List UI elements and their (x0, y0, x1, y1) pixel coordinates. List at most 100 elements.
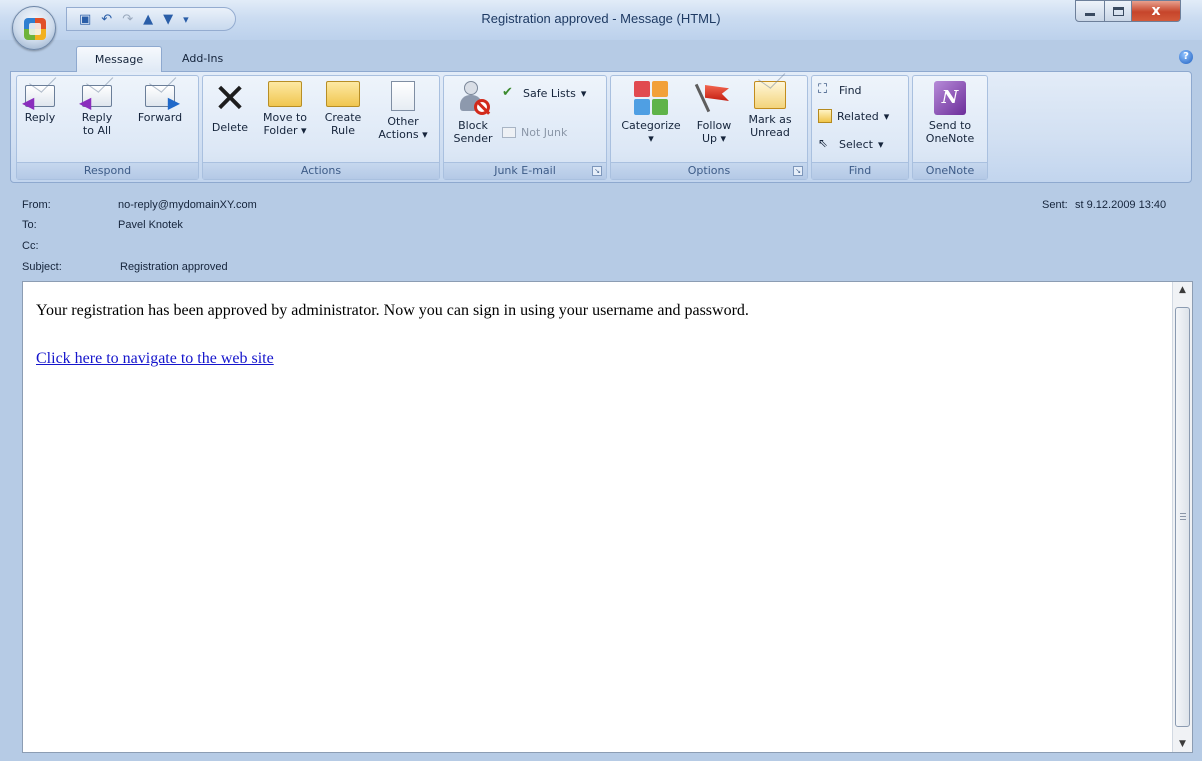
office-button[interactable] (12, 6, 56, 50)
send-to-onenote-label-line1: Send to (928, 119, 972, 132)
group-label-find: Find (812, 162, 908, 179)
options-launcher-icon[interactable]: ↘ (793, 166, 803, 176)
window-title: Registration approved - Message (HTML) (481, 11, 721, 26)
tab-message[interactable]: Message (76, 46, 162, 72)
select-dropdown-icon: ▾ (877, 137, 884, 151)
to-value[interactable]: Pavel Knotek (118, 219, 183, 231)
subject-value: Registration approved (120, 261, 228, 273)
move-label-line1: Move to (262, 111, 308, 124)
other-actions-button[interactable]: Other Actions ▾ (371, 81, 435, 141)
group-find: ⛶ Find Related ▾ ⇖ Select ▾ Find (811, 75, 909, 180)
junk-email-launcher-icon[interactable]: ↘ (592, 166, 602, 176)
select-button[interactable]: ⇖ Select ▾ (818, 136, 883, 152)
block-sender-icon (458, 81, 490, 115)
safe-lists-button[interactable]: ✔ Safe Lists ▾ (502, 85, 586, 101)
group-respond: ◀ Reply ◀ Reply to All ▶ Forward Respond (16, 75, 199, 180)
move-to-folder-icon (268, 81, 302, 107)
categorize-icon (634, 81, 668, 115)
mark-as-unread-button[interactable]: Mark as Unread (741, 81, 799, 139)
scroll-down-icon[interactable]: ▼ (1173, 736, 1192, 752)
select-label: Select (839, 137, 873, 151)
follow-up-button[interactable]: Follow Up ▾ (689, 81, 739, 145)
delete-icon: ✕ (213, 76, 247, 122)
maximize-button[interactable] (1104, 0, 1132, 22)
other-actions-icon (391, 81, 415, 111)
message-body[interactable]: Your registration has been approved by a… (22, 281, 1193, 753)
group-label-options: Options (611, 162, 807, 179)
close-button[interactable]: x (1131, 0, 1181, 22)
send-to-onenote-button[interactable]: N Send to OneNote (917, 81, 983, 145)
scrollbar-thumb[interactable] (1175, 307, 1190, 727)
move-to-folder-button[interactable]: Move to Folder ▾ (255, 81, 315, 137)
other-actions-label-line1: Other (387, 115, 419, 128)
minimize-button[interactable] (1075, 0, 1105, 22)
group-label-respond: Respond (17, 162, 198, 179)
delete-label: Delete (211, 121, 249, 134)
safe-lists-label: Safe Lists (523, 86, 576, 100)
not-junk-button[interactable]: Not Junk (502, 126, 567, 139)
reply-label: Reply (24, 111, 56, 124)
block-sender-label-line2: Sender (453, 132, 493, 145)
mark-as-unread-icon (754, 81, 786, 109)
block-sender-label-line1: Block (458, 119, 488, 132)
block-sender-button[interactable]: Block Sender (449, 81, 497, 145)
related-icon (818, 109, 832, 123)
group-onenote: N Send to OneNote OneNote (912, 75, 988, 180)
safe-lists-icon: ✔ (502, 85, 513, 100)
reply-button[interactable]: ◀ Reply (21, 85, 59, 124)
sent-value: st 9.12.2009 13:40 (1075, 199, 1167, 211)
related-label: Related (837, 109, 879, 123)
related-dropdown-icon: ▾ (883, 109, 890, 123)
move-label-line2: Folder ▾ (263, 124, 307, 137)
create-rule-icon (326, 81, 360, 107)
reply-icon: ◀ (22, 85, 55, 111)
group-options: Categorize ▾ Follow Up ▾ Mark as Unread … (610, 75, 808, 180)
forward-icon: ▶ (145, 85, 180, 111)
grip-icon (1180, 513, 1186, 520)
not-junk-label: Not Junk (521, 126, 568, 139)
vertical-scrollbar[interactable]: ▲ ▼ (1172, 282, 1192, 752)
sent-label: Sent: (1042, 199, 1068, 211)
to-label: To: (22, 219, 37, 231)
not-junk-icon (502, 127, 516, 138)
find-label: Find (839, 83, 862, 97)
help-icon[interactable]: ? (1179, 50, 1193, 64)
group-actions: ✕ Delete Move to Folder ▾ Create Rule Ot… (202, 75, 440, 180)
categorize-button[interactable]: Categorize ▾ (617, 81, 685, 145)
mark-as-unread-label-line2: Unread (750, 126, 790, 139)
reply-all-button[interactable]: ◀ Reply to All (72, 85, 122, 137)
create-rule-label-line1: Create (324, 111, 362, 124)
dropdown-icon: ▾ (580, 86, 587, 100)
create-rule-button[interactable]: Create Rule (318, 81, 368, 137)
from-value[interactable]: no-reply@mydomainXY.com (118, 199, 257, 211)
group-label-actions: Actions (203, 162, 439, 179)
group-label-junk-email: Junk E-mail (444, 162, 606, 179)
find-button[interactable]: ⛶ Find (818, 82, 862, 98)
reply-all-icon: ◀ (79, 85, 112, 111)
tab-add-ins[interactable]: Add-Ins (168, 46, 237, 72)
group-junk-email: Block Sender ✔ Safe Lists ▾ Not Junk Jun… (443, 75, 607, 180)
from-label: From: (22, 199, 51, 211)
close-icon: x (1151, 3, 1161, 19)
forward-label: Forward (137, 111, 183, 124)
forward-button[interactable]: ▶ Forward (129, 85, 191, 124)
reply-all-label-line1: Reply (81, 111, 113, 124)
scroll-up-icon[interactable]: ▲ (1173, 282, 1192, 298)
website-link[interactable]: Click here to navigate to the web site (36, 350, 274, 368)
minimize-icon (1085, 12, 1095, 16)
cc-label: Cc: (22, 240, 39, 252)
categorize-label: Categorize (621, 119, 681, 132)
cursor-arrow-icon: ⇖ (818, 136, 829, 150)
related-button[interactable]: Related ▾ (818, 109, 889, 123)
delete-button[interactable]: ✕ Delete (208, 76, 252, 134)
title-bar: ▣ ↶ ↷ ▲ ▼ ▾ Registration approved - Mess… (0, 0, 1202, 40)
group-label-onenote: OneNote (913, 162, 987, 179)
office-logo-icon (24, 18, 46, 40)
binoculars-icon: ⛶ (818, 82, 828, 97)
message-text: Your registration has been approved by a… (36, 302, 749, 319)
categorize-dropdown-icon: ▾ (648, 132, 654, 145)
mark-as-unread-label-line1: Mark as (748, 113, 792, 126)
create-rule-label-line2: Rule (331, 124, 355, 137)
ribbon: ◀ Reply ◀ Reply to All ▶ Forward Respond… (10, 71, 1192, 183)
reply-all-label-line2: to All (82, 124, 112, 137)
